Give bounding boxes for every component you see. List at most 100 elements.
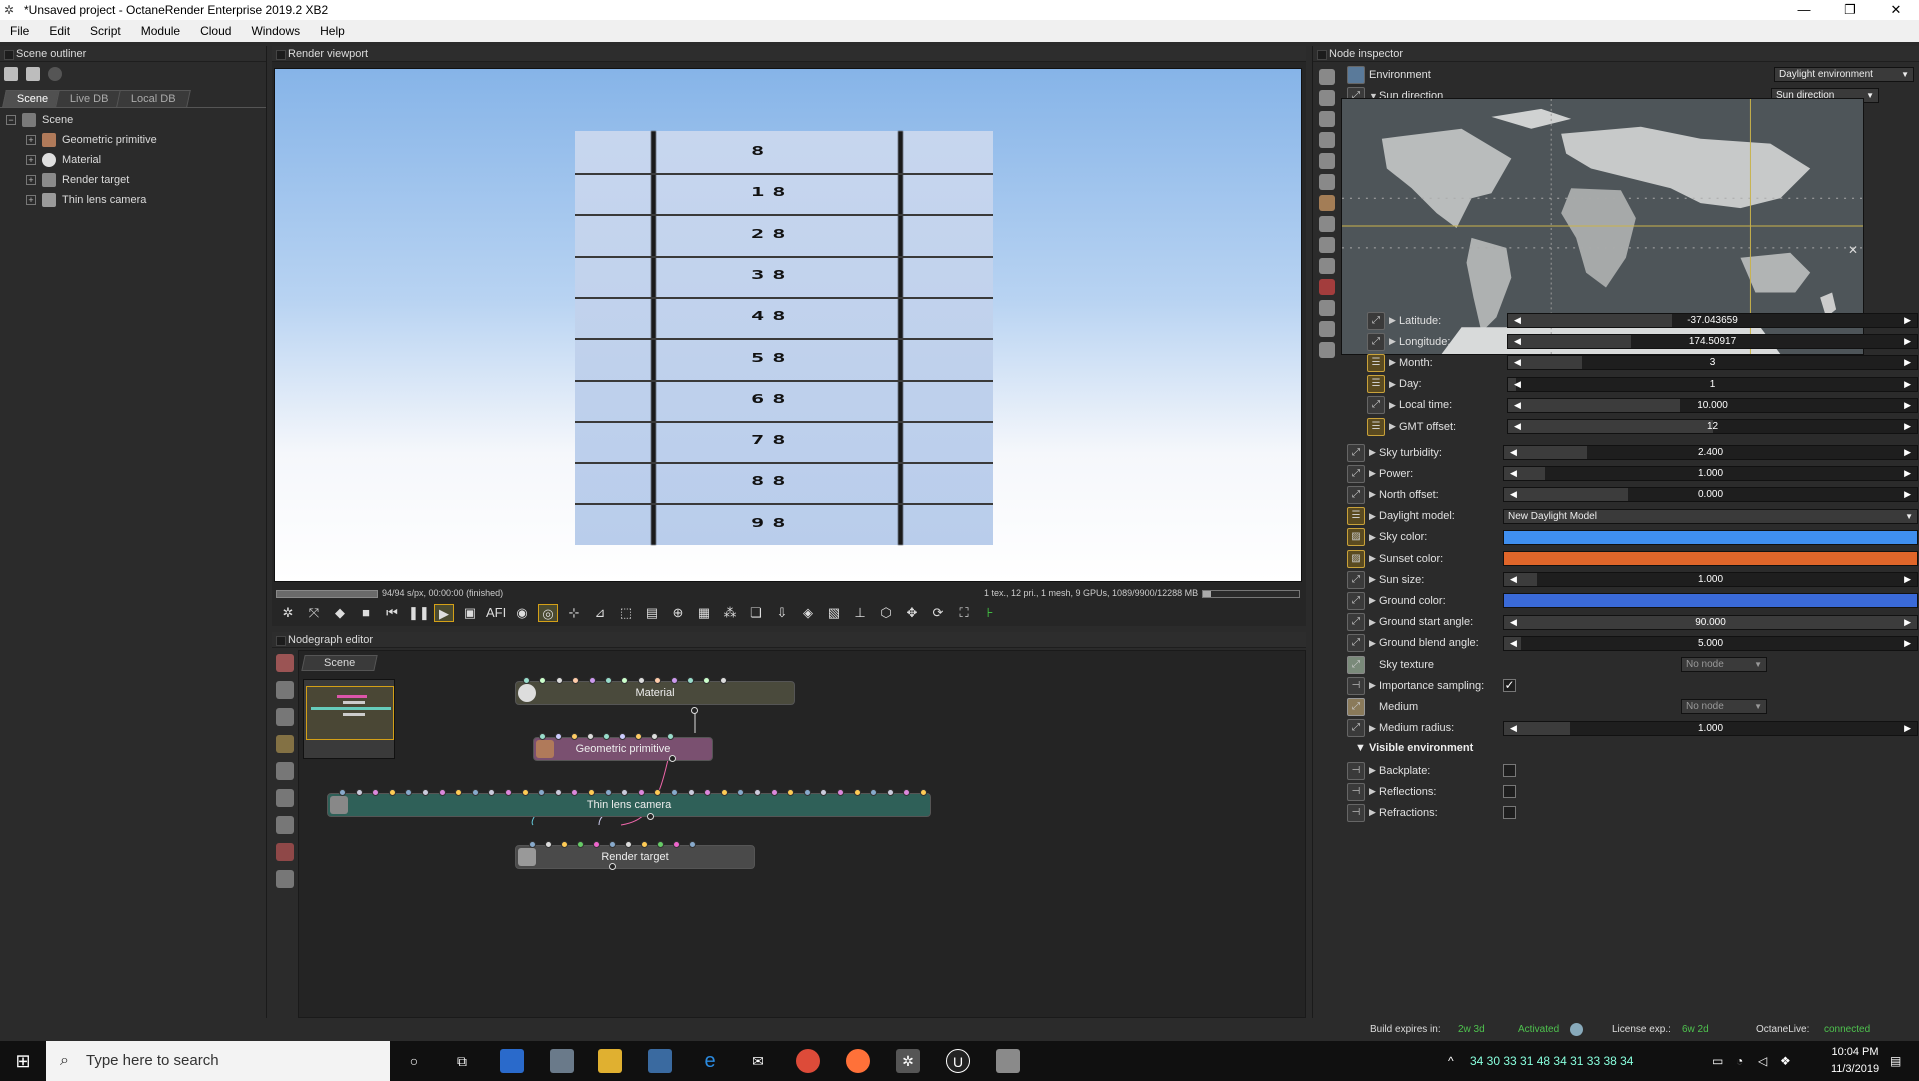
medium-pin-icon[interactable]: ⤢ (1347, 697, 1365, 716)
increment-arrow-icon[interactable]: ▶ (1904, 616, 1911, 629)
local-time-slider[interactable]: ◀ 10.000 ▶ (1507, 397, 1918, 413)
decrement-arrow-icon[interactable]: ◀ (1510, 637, 1517, 650)
node-input-pin[interactable] (605, 677, 612, 684)
monitor-icon[interactable]: ▣ (460, 604, 480, 622)
node-input-pin[interactable] (505, 789, 512, 796)
tool-icon[interactable] (1319, 237, 1335, 253)
viewport-resolution-icon[interactable]: ▦ (694, 604, 714, 622)
expand-arrow-icon[interactable]: ▶ (1389, 357, 1399, 368)
node-input-pin[interactable] (651, 733, 658, 740)
tool-icon[interactable] (1319, 342, 1335, 358)
decrement-arrow-icon[interactable]: ◀ (1510, 722, 1517, 735)
expand-arrow-icon[interactable]: ▶ (1389, 336, 1399, 347)
node-input-pin[interactable] (587, 733, 594, 740)
node-input-pin[interactable] (920, 789, 927, 796)
tool-icon[interactable] (276, 789, 294, 807)
decal-icon[interactable]: ⁂ (720, 604, 740, 622)
menu-edit[interactable]: Edit (39, 24, 80, 38)
save-image-icon[interactable]: ⇩ (772, 604, 792, 622)
node-input-pin[interactable] (837, 789, 844, 796)
cortana-icon[interactable]: ○ (402, 1049, 426, 1073)
daylight-model-dropdown[interactable]: New Daylight Model ▼ (1503, 508, 1918, 524)
close-icon[interactable]: ✕ (1873, 0, 1919, 20)
denoise-icon[interactable]: ◈ (798, 604, 818, 622)
box-icon[interactable]: ⬡ (876, 604, 896, 622)
collapse-arrow-icon[interactable]: ▼ (1355, 742, 1369, 754)
tool-icon[interactable] (276, 816, 294, 834)
decrement-arrow-icon[interactable]: ◀ (1510, 467, 1517, 480)
node-input-pin[interactable] (577, 841, 584, 848)
collapse-icon[interactable]: − (6, 115, 16, 125)
zoom-icon[interactable]: ⊕ (668, 604, 688, 622)
tool-icon[interactable] (1319, 279, 1335, 295)
sky-turbidity-slider[interactable]: ◀ 2.400 ▶ (1503, 445, 1918, 460)
decrement-arrow-icon[interactable]: ◀ (1514, 314, 1521, 327)
axis-icon[interactable]: ⊦ (980, 604, 1000, 622)
dropbox-icon[interactable]: ❖ (1780, 1041, 1791, 1081)
tool-icon[interactable] (1319, 174, 1335, 190)
integer-pin-icon[interactable]: ☰ (1367, 353, 1385, 372)
bool-pin-icon[interactable]: ⊣ (1347, 676, 1365, 695)
node-input-pin[interactable] (471, 789, 479, 796)
render-viewport[interactable]: 8 18 28 38 48 58 68 78 88 98 (274, 68, 1302, 582)
expand-icon[interactable]: + (26, 175, 36, 185)
pin-icon[interactable]: ⤢ (1347, 443, 1365, 462)
node-input-pin[interactable] (670, 677, 678, 684)
expand-arrow-icon[interactable]: ▶ (1369, 532, 1379, 543)
decrement-arrow-icon[interactable]: ◀ (1510, 616, 1517, 629)
unreal-icon[interactable]: U (946, 1049, 970, 1073)
expand-arrow-icon[interactable]: ▶ (1369, 723, 1379, 734)
node-input-pin[interactable] (561, 841, 568, 848)
decrement-arrow-icon[interactable]: ◀ (1514, 335, 1521, 348)
node-input-pin[interactable] (339, 789, 346, 796)
node-input-pin[interactable] (422, 789, 429, 796)
node-output-pin[interactable] (647, 813, 654, 820)
expand-all-icon[interactable] (4, 67, 18, 81)
node-input-pin[interactable] (438, 789, 446, 796)
node-input-pin[interactable] (719, 677, 727, 684)
menu-windows[interactable]: Windows (241, 24, 310, 38)
importance-sampling-checkbox[interactable]: ✓ (1503, 679, 1516, 693)
integer-pin-icon[interactable]: ☰ (1367, 375, 1385, 394)
increment-arrow-icon[interactable]: ▶ (1904, 722, 1911, 735)
decrement-arrow-icon[interactable]: ◀ (1514, 420, 1521, 433)
sunset-color-swatch[interactable] (1503, 551, 1918, 566)
node-output-pin[interactable] (669, 755, 676, 762)
move-icon[interactable]: ✥ (902, 604, 922, 622)
film-region-icon[interactable]: ▤ (642, 604, 662, 622)
decrement-arrow-icon[interactable]: ◀ (1510, 446, 1517, 459)
bool-pin-icon[interactable]: ⊣ (1347, 782, 1365, 801)
pin-icon[interactable]: ⤢ (1367, 311, 1385, 330)
app-icon[interactable] (550, 1049, 574, 1073)
node-input-pin[interactable] (689, 841, 696, 848)
app-icon[interactable] (996, 1049, 1020, 1073)
minimap-icon[interactable] (276, 735, 294, 753)
node-input-pin[interactable] (609, 841, 616, 848)
edge-icon[interactable]: e (698, 1049, 722, 1073)
node-input-pin[interactable] (641, 841, 648, 848)
tree-item-geometric-primitive[interactable]: + Geometric primitive (6, 130, 266, 150)
layers-icon[interactable]: ▧ (824, 604, 844, 622)
pin-icon[interactable]: ⤢ (1347, 719, 1365, 738)
increment-arrow-icon[interactable]: ▶ (1904, 637, 1911, 650)
backplate-checkbox[interactable] (1503, 764, 1516, 777)
node-input-pin[interactable] (673, 841, 680, 848)
expand-arrow-icon[interactable]: ▶ (1369, 807, 1379, 818)
refresh-icon[interactable] (48, 67, 62, 81)
ground-color-swatch[interactable] (1503, 593, 1918, 609)
tree-item-scene[interactable]: − Scene (6, 110, 266, 130)
expand-arrow-icon[interactable]: ▶ (1389, 421, 1399, 432)
store-icon[interactable] (648, 1049, 672, 1073)
node-output-pin[interactable] (609, 863, 616, 870)
bool-pin-icon[interactable]: ⊣ (1347, 761, 1365, 780)
north-offset-slider[interactable]: ◀ 0.000 ▶ (1503, 487, 1918, 503)
sky-color-swatch[interactable] (1503, 529, 1918, 545)
color-pin-icon[interactable]: ▨ (1347, 549, 1365, 568)
taskbar-search-input[interactable]: ⌕ Type here to search (46, 1041, 390, 1081)
rotate-icon[interactable]: ⟳ (928, 604, 948, 622)
arrange-icon[interactable] (276, 681, 294, 699)
increment-arrow-icon[interactable]: ▶ (1904, 335, 1911, 348)
pin-icon[interactable]: ⤢ (1347, 634, 1365, 653)
medium-dropdown[interactable]: No node ▼ (1681, 699, 1767, 715)
expand-arrow-icon[interactable]: ▶ (1369, 765, 1379, 776)
